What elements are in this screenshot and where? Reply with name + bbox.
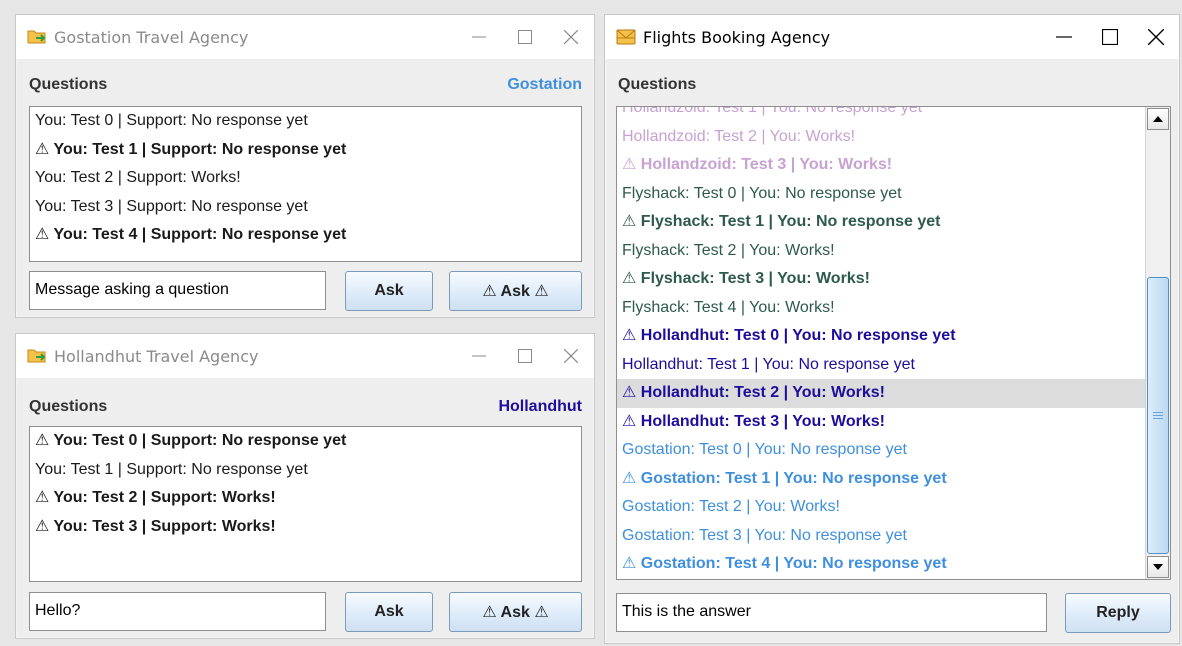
- list-item[interactable]: Flyshack: Test 0 | You: No response yet: [617, 180, 1145, 209]
- list-item[interactable]: ⚠ Gostation: Test 1 | You: No response y…: [617, 465, 1145, 494]
- list-item[interactable]: ⚠ You: Test 0 | Support: No response yet: [30, 427, 581, 456]
- list-item[interactable]: ⚠ Hollandhut: Test 3 | You: Works!: [617, 408, 1145, 437]
- list-item[interactable]: Hollandhut: Test 1 | You: No response ye…: [617, 351, 1145, 380]
- list-item[interactable]: ⚠ You: Test 2 | Support: Works!: [30, 484, 581, 513]
- minimize-icon[interactable]: [456, 15, 502, 59]
- question-input[interactable]: Hello?: [29, 592, 326, 631]
- window-title: Hollandhut Travel Agency: [54, 346, 259, 366]
- maximize-icon[interactable]: [1087, 15, 1133, 59]
- flights-titlebar[interactable]: Flights Booking Agency: [605, 15, 1179, 59]
- list-item[interactable]: ⚠ Hollandhut: Test 2 | You: Works!: [617, 379, 1145, 408]
- app-icon: [27, 29, 47, 45]
- list-item[interactable]: You: Test 0 | Support: No response yet: [30, 107, 581, 136]
- app-icon: [616, 29, 636, 45]
- list-item[interactable]: Gostation: Test 0 | You: No response yet: [617, 436, 1145, 465]
- questions-list[interactable]: You: Test 0 | Support: No response yet ⚠ …: [29, 106, 582, 262]
- maximize-icon[interactable]: [502, 15, 548, 59]
- app-icon: [27, 348, 47, 364]
- question-input[interactable]: Message asking a question: [29, 271, 326, 310]
- list-item[interactable]: ⚠ Flyshack: Test 3 | You: Works!: [617, 265, 1145, 294]
- company-label: Gostation: [507, 76, 582, 93]
- list-item[interactable]: ⚠ You: Test 1 | Support: No response yet: [30, 136, 581, 165]
- company-label: Hollandhut: [498, 398, 582, 415]
- list-item[interactable]: ⚠ Hollandhut: Test 0 | You: No response …: [617, 322, 1145, 351]
- list-item[interactable]: ⚠ You: Test 3 | Support: Works!: [30, 513, 581, 542]
- ask-urgent-button[interactable]: ⚠ Ask ⚠: [449, 271, 582, 311]
- minimize-icon[interactable]: [456, 334, 502, 378]
- list-item[interactable]: Flyshack: Test 4 | You: Works!: [617, 294, 1145, 323]
- list-item[interactable]: You: Test 3 | Support: No response yet: [30, 193, 581, 222]
- flights-window: Flights Booking Agency Questions Holland…: [604, 14, 1180, 644]
- list-item[interactable]: Gostation: Test 2 | You: Works!: [617, 493, 1145, 522]
- gostation-titlebar[interactable]: Gostation Travel Agency: [16, 15, 594, 59]
- list-item[interactable]: ⚠ Hollandzoid: Test 3 | You: Works!: [617, 151, 1145, 180]
- questions-label: Questions: [29, 398, 108, 415]
- ask-button[interactable]: Ask: [345, 271, 433, 311]
- scroll-thumb[interactable]: [1147, 277, 1169, 554]
- questions-list-content: Hollandzoid: Test 1 | You: No response y…: [617, 107, 1145, 579]
- close-icon[interactable]: [548, 15, 594, 59]
- list-item[interactable]: Gostation: Test 3 | You: No response yet: [617, 522, 1145, 551]
- list-item[interactable]: Hollandzoid: Test 1 | You: No response y…: [617, 107, 1145, 123]
- list-item[interactable]: Flyshack: Test 2 | You: Works!: [617, 237, 1145, 266]
- list-item[interactable]: You: Test 2 | Support: Works!: [30, 164, 581, 193]
- window-title: Gostation Travel Agency: [54, 27, 249, 47]
- hollandhut-window: Hollandhut Travel Agency Questions Holla…: [15, 333, 595, 639]
- questions-list[interactable]: ⚠ You: Test 0 | Support: No response yet…: [29, 426, 582, 582]
- close-icon[interactable]: [1133, 15, 1179, 59]
- scroll-up-arrow-icon[interactable]: [1147, 108, 1169, 130]
- ask-urgent-button[interactable]: ⚠ Ask ⚠: [449, 592, 582, 632]
- answer-input[interactable]: This is the answer: [616, 593, 1047, 632]
- questions-list[interactable]: Hollandzoid: Test 1 | You: No response y…: [616, 106, 1171, 580]
- scroll-grip-line: [1153, 412, 1163, 413]
- list-item[interactable]: ⚠ Gostation: Test 4 | You: No response y…: [617, 550, 1145, 579]
- list-item[interactable]: ⚠ Flyshack: Test 1 | You: No response ye…: [617, 208, 1145, 237]
- scroll-grip-line: [1153, 415, 1163, 416]
- ask-button[interactable]: Ask: [345, 592, 433, 632]
- close-icon[interactable]: [548, 334, 594, 378]
- hollandhut-titlebar[interactable]: Hollandhut Travel Agency: [16, 334, 594, 378]
- scroll-grip-line: [1153, 418, 1163, 419]
- vertical-scrollbar[interactable]: [1145, 107, 1170, 579]
- reply-button[interactable]: Reply: [1065, 593, 1171, 633]
- questions-label: Questions: [618, 76, 697, 93]
- window-title: Flights Booking Agency: [643, 27, 831, 47]
- minimize-icon[interactable]: [1041, 15, 1087, 59]
- questions-label: Questions: [29, 76, 108, 93]
- gostation-window: Gostation Travel Agency Questions Gostat…: [15, 14, 595, 318]
- list-item[interactable]: You: Test 1 | Support: No response yet: [30, 456, 581, 485]
- list-item[interactable]: Hollandzoid: Test 2 | You: Works!: [617, 123, 1145, 152]
- scroll-down-arrow-icon[interactable]: [1147, 556, 1169, 578]
- list-item[interactable]: ⚠ You: Test 4 | Support: No response yet: [30, 221, 581, 250]
- maximize-icon[interactable]: [502, 334, 548, 378]
